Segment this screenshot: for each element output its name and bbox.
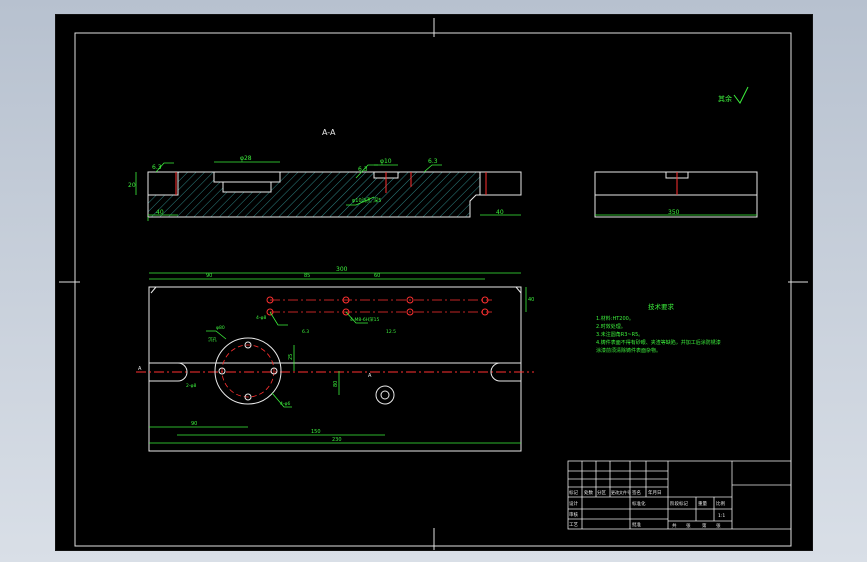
side-view: 350 xyxy=(594,171,758,218)
svg-text:6.3: 6.3 xyxy=(302,329,309,335)
svg-text:230: 230 xyxy=(332,437,342,443)
svg-text:40: 40 xyxy=(156,209,164,216)
svg-text:4-φ6: 4-φ6 xyxy=(280,401,290,407)
svg-text:处数: 处数 xyxy=(584,489,593,496)
svg-text:设计: 设计 xyxy=(569,500,578,507)
svg-text:20: 20 xyxy=(128,182,136,189)
svg-text:A: A xyxy=(368,373,372,379)
section-view: 40 40 6.3 φ28 6.3 φ10 6.3 20 φ10沉孔 深5 xyxy=(128,155,522,221)
svg-text:φ10沉孔 深5: φ10沉孔 深5 xyxy=(352,197,381,204)
svg-text:3.未注圆角R3~R5。: 3.未注圆角R3~R5。 xyxy=(596,331,643,338)
svg-text:工艺: 工艺 xyxy=(569,522,578,528)
svg-text:φ80: φ80 xyxy=(216,325,225,331)
svg-text:90: 90 xyxy=(206,273,212,279)
svg-text:150: 150 xyxy=(311,429,321,435)
svg-text:1.材料:HT200。: 1.材料:HT200。 xyxy=(596,315,634,322)
svg-text:涂漆前须清除铸件表面杂物。: 涂漆前须清除铸件表面杂物。 xyxy=(596,347,661,354)
svg-text:更改文件号: 更改文件号 xyxy=(611,489,631,495)
svg-text:阶段标记: 阶段标记 xyxy=(670,500,688,507)
inner-border xyxy=(74,32,792,547)
svg-text:25: 25 xyxy=(288,354,294,360)
surface-finish-mark: 其余 xyxy=(718,86,749,104)
svg-text:φ28: φ28 xyxy=(240,155,252,162)
svg-text:6.3: 6.3 xyxy=(152,164,162,171)
svg-text:300: 300 xyxy=(336,266,348,273)
svg-text:350: 350 xyxy=(668,209,680,216)
svg-text:第: 第 xyxy=(702,522,707,529)
svg-text:比例: 比例 xyxy=(716,500,725,507)
svg-text:4-M8-6H深15: 4-M8-6H深15 xyxy=(350,316,379,323)
svg-text:12.5: 12.5 xyxy=(386,329,396,335)
svg-text:1:1: 1:1 xyxy=(718,513,725,519)
svg-text:标准化: 标准化 xyxy=(632,500,646,507)
svg-text:批准: 批准 xyxy=(632,521,641,528)
svg-text:沉孔: 沉孔 xyxy=(208,336,217,343)
svg-text:85: 85 xyxy=(304,273,310,279)
svg-text:审核: 审核 xyxy=(569,511,578,518)
svg-text:签名: 签名 xyxy=(632,489,641,496)
drawing-sheet: 其余 A-A 40 40 6.3 φ28 6.3 φ10 6.3 20 φ10沉… xyxy=(55,14,813,551)
svg-text:6.3: 6.3 xyxy=(358,166,368,173)
svg-text:90: 90 xyxy=(191,421,197,427)
svg-text:技术要求: 技术要求 xyxy=(648,302,675,311)
cad-drawing: 其余 A-A 40 40 6.3 φ28 6.3 φ10 6.3 20 φ10沉… xyxy=(59,18,808,550)
svg-text:6.3: 6.3 xyxy=(428,158,438,165)
tech-requirements: 技术要求 1.材料:HT200。 2.时效处理。 3.未注圆角R3~R5。 4.… xyxy=(596,302,721,354)
svg-text:年月日: 年月日 xyxy=(648,489,662,496)
svg-text:张: 张 xyxy=(716,522,721,529)
svg-text:4.铸件表面不得有砂眼、夹渣等缺陷，并加工后涂防锈漆: 4.铸件表面不得有砂眼、夹渣等缺陷，并加工后涂防锈漆 xyxy=(596,339,721,346)
svg-text:张: 张 xyxy=(686,522,691,529)
svg-text:4-φ8: 4-φ8 xyxy=(256,315,266,321)
svg-text:2-φ8: 2-φ8 xyxy=(186,383,196,389)
svg-text:80: 80 xyxy=(333,381,339,387)
section-label: A-A xyxy=(322,128,336,137)
svg-text:重量: 重量 xyxy=(698,500,707,507)
svg-text:分区: 分区 xyxy=(597,489,606,496)
svg-text:40: 40 xyxy=(496,209,504,216)
svg-text:A: A xyxy=(138,366,142,372)
svg-text:2.时效处理。: 2.时效处理。 xyxy=(596,323,626,330)
svg-text:其余: 其余 xyxy=(718,94,732,103)
svg-text:40: 40 xyxy=(528,297,534,303)
plan-view: 300 90 85 60 90 150 230 25 80 40 4-φ8 4-… xyxy=(136,266,534,452)
svg-text:标记: 标记 xyxy=(569,489,578,496)
svg-text:60: 60 xyxy=(374,273,380,279)
svg-text:共: 共 xyxy=(672,522,677,529)
svg-text:φ10: φ10 xyxy=(380,158,392,165)
centering-marks xyxy=(59,18,808,550)
